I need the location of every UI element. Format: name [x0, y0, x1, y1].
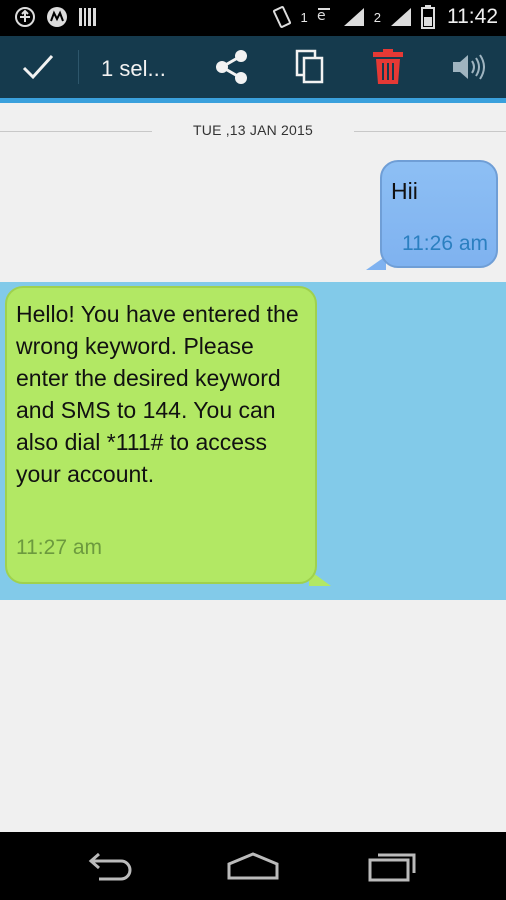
- message-time: 11:26 am: [402, 232, 488, 255]
- sim1-label: 1: [300, 9, 308, 25]
- action-bar-underline: [0, 98, 506, 103]
- recents-button[interactable]: [354, 832, 434, 900]
- recents-icon: [368, 853, 416, 882]
- signal-icon: [342, 6, 366, 28]
- home-icon: [227, 852, 279, 880]
- separator-line: [354, 131, 506, 132]
- usb-icon: [14, 6, 36, 28]
- message-time: 11:27 am: [16, 536, 102, 559]
- selection-count: 1 sel...: [101, 56, 166, 81]
- done-button[interactable]: [14, 36, 62, 98]
- action-bar: 1 sel...: [0, 36, 506, 103]
- status-bar: 1 e 2 11:42: [0, 0, 506, 36]
- date-label: TUE ,13 JAN 2015: [193, 122, 313, 138]
- share-button[interactable]: [205, 36, 257, 98]
- divider: [78, 50, 79, 84]
- signal-icon: [389, 6, 413, 28]
- message-text: Hello! You have entered the wrong keywor…: [16, 301, 299, 487]
- motorola-icon: [46, 6, 68, 28]
- navigation-bar: [0, 832, 506, 900]
- home-button[interactable]: [213, 832, 293, 900]
- copy-icon: [295, 49, 324, 84]
- delete-button[interactable]: [362, 36, 414, 98]
- battery-icon: [421, 5, 435, 29]
- message-text: Hii: [391, 178, 418, 204]
- check-icon: [22, 54, 54, 80]
- speak-button[interactable]: [442, 36, 494, 98]
- speaker-icon: [453, 54, 485, 80]
- incoming-message-bubble[interactable]: Hello! You have entered the wrong keywor…: [5, 286, 331, 588]
- delete-icon: [373, 49, 403, 84]
- network-icon: e: [316, 6, 334, 28]
- back-button[interactable]: [72, 832, 152, 900]
- back-icon: [88, 852, 132, 881]
- svg-text:e: e: [317, 8, 326, 24]
- date-separator: TUE ,13 JAN 2015: [0, 118, 506, 146]
- outgoing-message-bubble[interactable]: Hii 11:26 am: [366, 160, 500, 270]
- vibrate-icon: [271, 5, 293, 29]
- sim2-label: 2: [373, 9, 381, 25]
- clock: 11:42: [447, 5, 498, 28]
- barcode-icon: [78, 6, 98, 28]
- share-icon: [216, 50, 247, 84]
- copy-button[interactable]: [284, 36, 336, 98]
